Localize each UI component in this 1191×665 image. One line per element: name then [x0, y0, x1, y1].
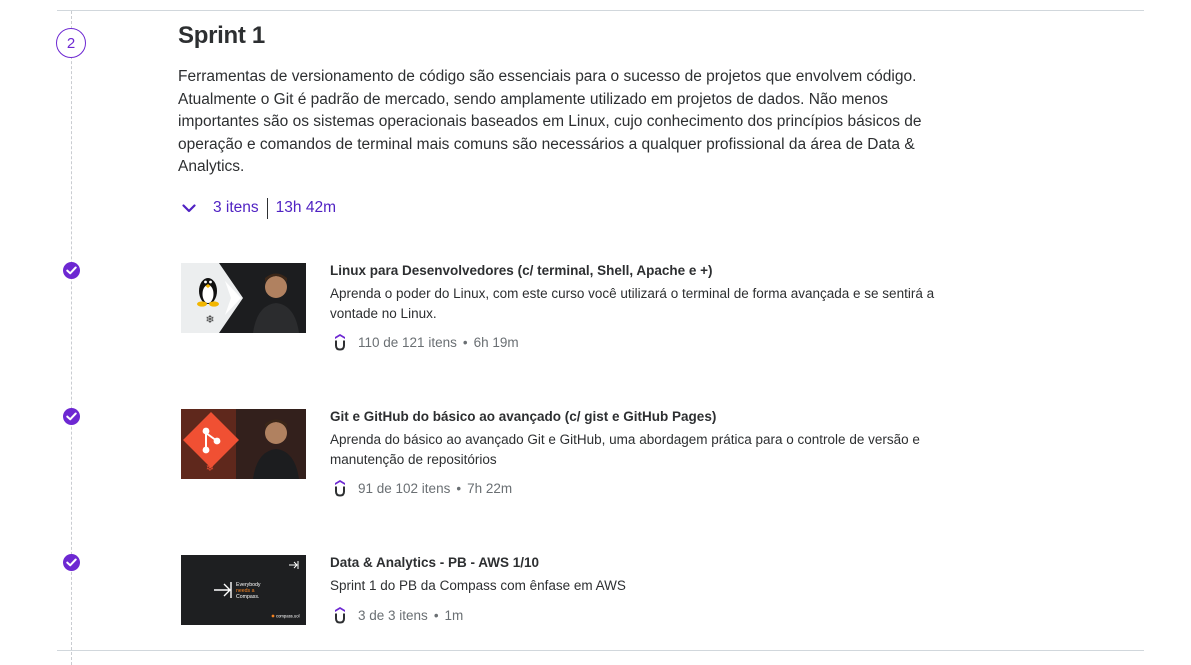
svg-text:Compass.: Compass. [236, 594, 259, 600]
svg-text:❄: ❄ [205, 314, 214, 326]
course-stats: 3 de 3 itens • 1m [330, 606, 463, 624]
check-circle-icon [63, 408, 80, 425]
section-description: Ferramentas de versionamento de código s… [178, 68, 922, 176]
course-stats: 110 de 121 itens • 6h 19m [330, 333, 519, 351]
check-circle-icon [63, 554, 80, 571]
course-progress: 3 de 3 itens [358, 607, 428, 623]
course-title-link[interactable]: Linux para Desenvolvedores (c/ terminal,… [330, 263, 713, 278]
course-stats: 91 de 102 itens • 7h 22m [330, 479, 512, 497]
section-bottom-divider [57, 650, 1144, 651]
course-duration: 1m [444, 607, 464, 623]
section-duration: 13h 42m [275, 199, 336, 216]
section-items-count: 3 itens [213, 199, 259, 216]
course-duration: 6h 19m [473, 334, 519, 350]
check-circle-icon [63, 262, 80, 279]
course-description: Aprenda do básico ao avançado Git e GitH… [330, 432, 920, 467]
course-thumbnail-linux[interactable]: ❄ [181, 263, 306, 333]
course-duration: 7h 22m [467, 480, 513, 496]
chevron-down-icon [178, 197, 200, 219]
stat-separator: • [433, 607, 439, 623]
stat-separator: • [462, 334, 468, 350]
course-thumbnail-git[interactable]: ❄ [181, 409, 306, 479]
course-title-link[interactable]: Data & Analytics - PB - AWS 1/10 [330, 555, 539, 570]
course-title-link[interactable]: Git e GitHub do básico ao avançado (c/ g… [330, 409, 716, 424]
course-description: Sprint 1 do PB da Compass com ênfase em … [330, 578, 626, 593]
udemy-logo-icon [330, 606, 350, 624]
svg-text:compass.uol: compass.uol [276, 614, 300, 619]
course-description: Aprenda o poder do Linux, com este curso… [330, 286, 935, 321]
meta-separator [266, 197, 268, 219]
course-progress: 110 de 121 itens [358, 334, 457, 350]
section-expand-toggle[interactable]: 3 itens 13h 42m [178, 196, 336, 220]
step-number-badge: 2 [56, 28, 86, 58]
step-number: 2 [66, 34, 76, 52]
course-progress: 91 de 102 itens [358, 480, 451, 496]
section-top-divider [57, 10, 1144, 11]
stat-separator: • [456, 480, 462, 496]
section-title: Sprint 1 [178, 22, 265, 49]
svg-text:❄: ❄ [206, 463, 214, 474]
udemy-logo-icon [330, 479, 350, 497]
udemy-logo-icon [330, 333, 350, 351]
course-thumbnail-compass[interactable]: Everybody needs a Compass. compass.uol [181, 555, 306, 625]
